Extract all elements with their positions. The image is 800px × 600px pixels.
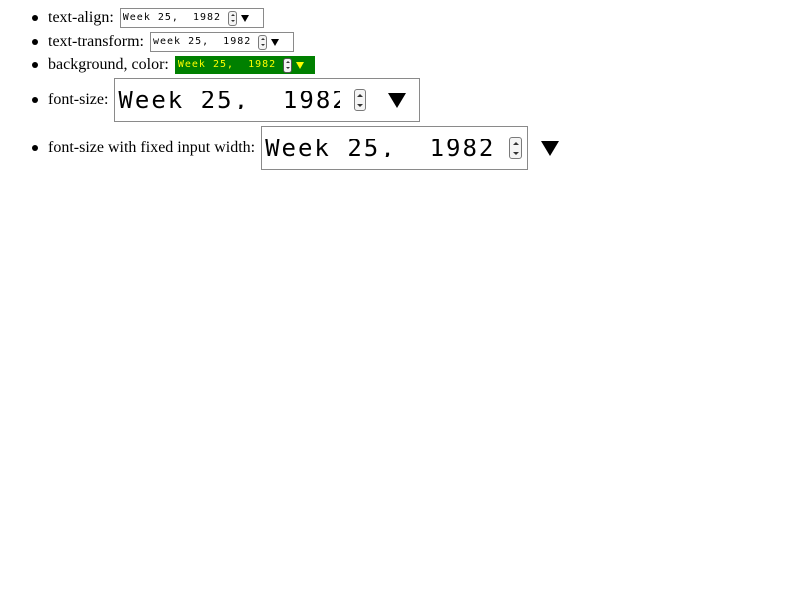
spin-up-icon[interactable] <box>230 13 235 16</box>
list-item-font-size-fixed-width: font-size with fixed input width: Week 2… <box>32 126 800 170</box>
week-input-value[interactable]: Week 25, 1982 <box>123 9 221 27</box>
dropdown-triangle-icon[interactable] <box>271 38 280 46</box>
up-down-spinner-icon[interactable] <box>228 10 238 26</box>
week-input-demo-list: text-align: Week 25, 1982 text-transform… <box>0 8 800 170</box>
list-item-font-size: font-size: Week 25, 1982 <box>32 78 800 122</box>
spin-down-icon[interactable] <box>512 151 519 155</box>
week-input-text-transform[interactable]: week 25, 1982 <box>149 32 294 52</box>
list-item-text-transform: text-transform: week 25, 1982 <box>32 32 800 52</box>
up-down-spinner-icon[interactable] <box>283 57 293 73</box>
spin-up-icon[interactable] <box>512 141 519 145</box>
row-label: font-size with fixed input width: <box>48 139 256 156</box>
dropdown-triangle-icon[interactable] <box>296 61 305 69</box>
spin-down-icon[interactable] <box>230 20 235 23</box>
dropdown-triangle-icon[interactable] <box>388 92 407 108</box>
up-down-spinner-icon[interactable] <box>509 137 523 159</box>
week-input-value[interactable]: Week 25, 1982 <box>265 139 495 157</box>
spin-down-icon[interactable] <box>285 67 290 70</box>
list-item-background-color: background, color: Week 25, 1982 <box>32 56 800 74</box>
row-label: text-align: <box>48 9 114 26</box>
up-down-spinner-icon[interactable] <box>353 89 367 111</box>
row-label: text-transform: <box>48 33 144 50</box>
spin-down-icon[interactable] <box>357 103 364 107</box>
week-input-font-size[interactable]: Week 25, 1982 <box>114 78 421 122</box>
up-down-spinner-icon[interactable] <box>258 34 268 50</box>
week-input-text-align[interactable]: Week 25, 1982 <box>119 8 264 28</box>
week-input-font-size-fixed-width[interactable]: Week 25, 1982 <box>261 126 560 170</box>
dropdown-triangle-icon[interactable] <box>241 14 250 22</box>
week-input-background-color[interactable]: Week 25, 1982 <box>174 56 315 74</box>
row-label: background, color: <box>48 56 169 73</box>
spin-down-icon[interactable] <box>260 44 265 47</box>
spin-up-icon[interactable] <box>357 93 364 97</box>
dropdown-triangle-icon[interactable] <box>541 140 560 156</box>
week-input-value[interactable]: week 25, 1982 <box>153 33 251 51</box>
row-label: font-size: <box>48 91 109 108</box>
week-input-value[interactable]: Week 25, 1982 <box>178 56 276 74</box>
list-item-text-align: text-align: Week 25, 1982 <box>32 8 800 28</box>
spin-up-icon[interactable] <box>285 60 290 63</box>
spin-up-icon[interactable] <box>260 37 265 40</box>
week-input-value[interactable]: Week 25, 1982 <box>118 91 339 109</box>
